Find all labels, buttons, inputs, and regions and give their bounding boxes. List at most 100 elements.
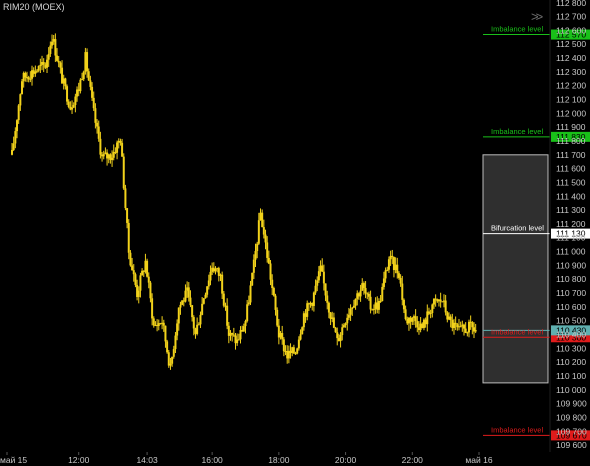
y-tick-label: 111 900 — [556, 122, 586, 132]
candle-body — [131, 265, 134, 271]
candle-body — [369, 296, 372, 310]
candle-body — [64, 78, 67, 87]
candle-body — [122, 156, 125, 189]
candle-body — [464, 328, 467, 333]
candle-body — [169, 363, 172, 366]
candle-body — [411, 317, 414, 322]
candle-body — [414, 316, 417, 322]
candle-body — [379, 301, 382, 303]
candle-body — [449, 316, 452, 321]
candle-body — [124, 188, 127, 209]
y-tick-label: 110 200 — [556, 357, 586, 367]
candle-body — [257, 220, 260, 244]
y-tick-label: 110 500 — [556, 316, 586, 326]
y-tick-label: 109 700 — [556, 426, 587, 436]
y-tick-label: 111 100 — [556, 233, 586, 243]
candle-body — [251, 272, 254, 286]
candle-body — [201, 303, 204, 315]
candle-body — [281, 333, 284, 340]
candle-body — [47, 53, 50, 60]
y-tick-label: 111 000 — [556, 247, 586, 257]
candle-body — [176, 323, 179, 336]
candle-body — [57, 60, 60, 63]
y-tick-label: 110 800 — [556, 274, 586, 284]
candle-body — [167, 352, 170, 366]
candle-body — [51, 41, 54, 46]
candle-body — [17, 105, 20, 121]
candle-body — [146, 260, 149, 277]
candle-body — [322, 271, 325, 284]
candle-body — [377, 301, 380, 310]
candle-body — [191, 305, 194, 318]
candle-body — [79, 79, 82, 92]
candle-body — [102, 154, 105, 157]
candle-body — [96, 122, 99, 127]
candle-body — [321, 265, 324, 272]
candle-body — [21, 81, 24, 95]
candle-body — [67, 101, 70, 107]
candle-body — [46, 59, 49, 68]
candle-body — [81, 79, 84, 81]
candle-body — [249, 285, 252, 303]
y-tick-label: 112 700 — [556, 12, 586, 22]
y-tick-label: 112 400 — [556, 53, 586, 63]
candle-body — [59, 62, 62, 68]
candle-body — [177, 307, 180, 324]
candle-body — [116, 142, 119, 153]
candle-body — [111, 157, 114, 161]
y-tick-label: 110 600 — [556, 302, 586, 312]
candle-body — [66, 86, 69, 102]
candle-body — [399, 277, 402, 284]
candle-body — [381, 286, 384, 302]
candle-body — [349, 308, 352, 315]
candle-body — [12, 143, 15, 150]
candle-body — [384, 270, 387, 279]
candle-body — [34, 71, 37, 74]
candle-body — [297, 339, 300, 349]
y-tick-label: 112 600 — [556, 25, 586, 35]
level-label: Imbalance level — [491, 25, 543, 34]
y-tick-label: 111 700 — [556, 150, 586, 160]
candle-body — [269, 263, 272, 280]
candle-body — [86, 52, 89, 72]
candle-body — [184, 290, 187, 302]
candle-body — [71, 107, 74, 110]
candle-body — [254, 250, 257, 260]
candle-body — [196, 324, 199, 334]
candle-body — [459, 326, 462, 328]
candle-body — [166, 341, 169, 353]
candle-body — [206, 286, 209, 295]
candle-body — [174, 335, 177, 350]
y-tick-label: 111 600 — [556, 164, 586, 174]
candle-body — [11, 149, 14, 155]
price-chart[interactable]: Imbalance level112 570Imbalance level111… — [0, 0, 590, 466]
candle-body — [416, 321, 419, 328]
candle-body — [334, 327, 337, 333]
candle-body — [199, 314, 202, 325]
candle-body — [14, 131, 17, 144]
candle-body — [171, 356, 174, 364]
candle-body — [152, 318, 155, 326]
candle-body — [271, 279, 274, 289]
candle-body — [187, 287, 190, 298]
candle-body — [202, 298, 205, 304]
candle-body — [149, 282, 152, 299]
double-chevron-right-icon[interactable]: >> — [531, 9, 543, 24]
candle-body — [362, 283, 365, 289]
y-tick-label: 111 800 — [556, 136, 586, 146]
x-tick-label: май 16 — [465, 455, 492, 465]
candle-body — [316, 280, 319, 286]
candle-body — [317, 271, 320, 281]
candle-body — [327, 302, 330, 313]
candle-body — [332, 317, 335, 328]
level-label: Imbalance level — [491, 327, 543, 336]
candle-body — [242, 326, 245, 332]
candle-body — [24, 72, 27, 78]
candle-body — [16, 120, 19, 132]
y-tick-label: 109 800 — [556, 412, 587, 422]
candle-body — [92, 97, 95, 109]
candle-body — [82, 71, 85, 80]
candle-body — [372, 308, 375, 310]
candle-body — [42, 62, 45, 65]
candle-body — [91, 86, 94, 98]
